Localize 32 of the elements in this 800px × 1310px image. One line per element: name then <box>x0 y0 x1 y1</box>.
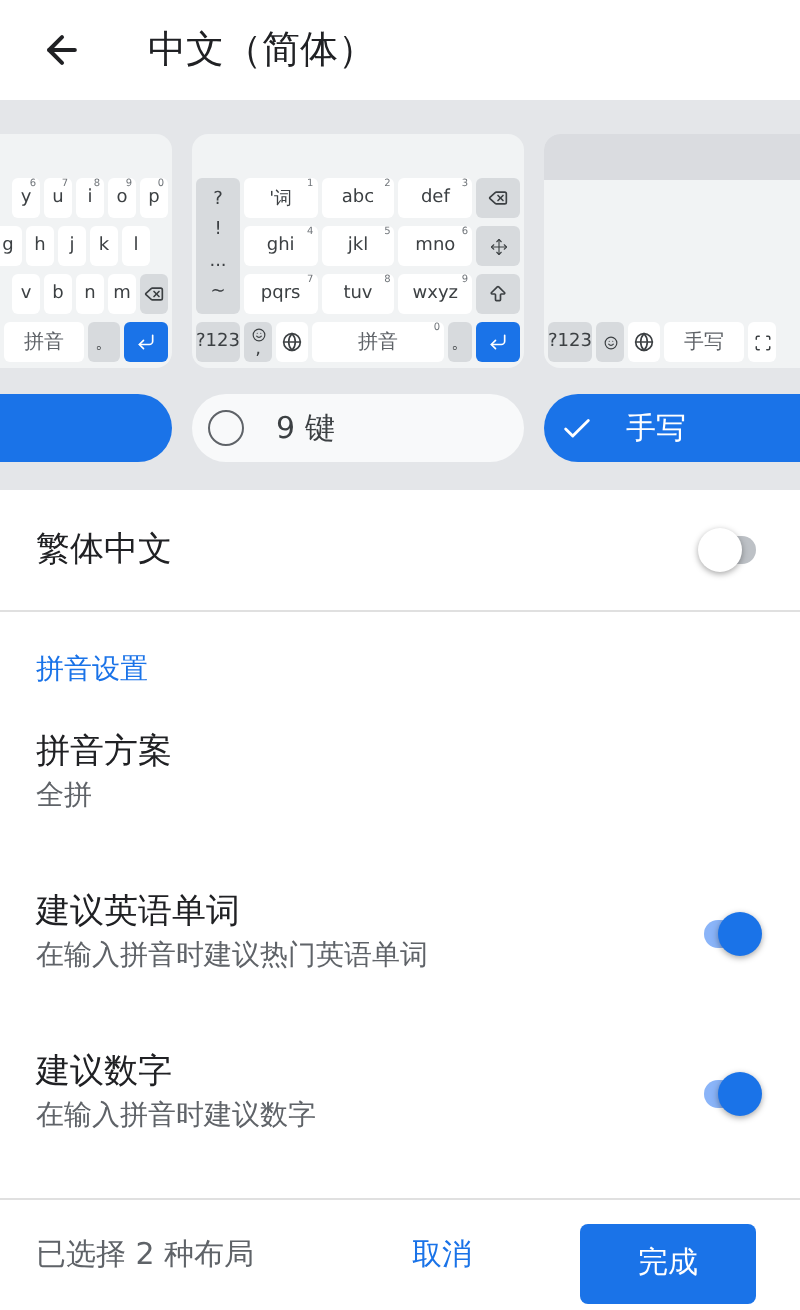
done-button[interactable]: 完成 <box>580 1223 756 1303</box>
keyboard-key: ?123 <box>196 322 240 362</box>
keyboard-key: m <box>108 274 136 314</box>
setting-title: 建议数字 <box>36 1050 174 1094</box>
page-title: 中文（简体） <box>148 26 376 76</box>
keyboard-key: 。 <box>448 322 472 362</box>
keyboard-key: k <box>90 226 118 266</box>
space-key: 手写 <box>664 322 744 362</box>
keyboard-key: h <box>26 226 54 266</box>
keyboard-key: v <box>12 274 40 314</box>
space-key: 拼音 <box>4 322 84 362</box>
symbol-column: ? ! ... ~ <box>196 178 240 314</box>
layout-chip[interactable]: 手写 <box>544 394 800 462</box>
setting-title[interactable]: 拼音方案 <box>36 730 172 774</box>
keyboard-key: 。 <box>88 322 120 362</box>
setting-title: 建议英语单词 <box>36 890 242 934</box>
keyboard-key: l <box>122 226 150 266</box>
layout-chip[interactable]: 9 键 <box>192 394 524 462</box>
emoji-key: , <box>244 322 272 362</box>
cancel-button[interactable]: 取消 <box>412 1236 472 1274</box>
keyboard-key: n <box>76 274 104 314</box>
keyboard-key: ?123 <box>548 322 592 362</box>
setting-value: 全拼 <box>36 778 94 816</box>
setting-title: 繁体中文 <box>36 528 172 572</box>
setting-description: 在输入拼音时建议数字 <box>36 1098 316 1136</box>
selection-status: 已选择 2 种布局 <box>36 1236 257 1274</box>
keyboard-preview[interactable]: ?123 手写 <box>544 134 800 368</box>
keyboard-key: g <box>0 226 22 266</box>
keyboard-key: b <box>44 274 72 314</box>
section-title: 拼音设置 <box>36 652 150 688</box>
setting-description: 在输入拼音时建议热门英语单词 <box>36 938 428 976</box>
keyboard-key: j <box>58 226 86 266</box>
